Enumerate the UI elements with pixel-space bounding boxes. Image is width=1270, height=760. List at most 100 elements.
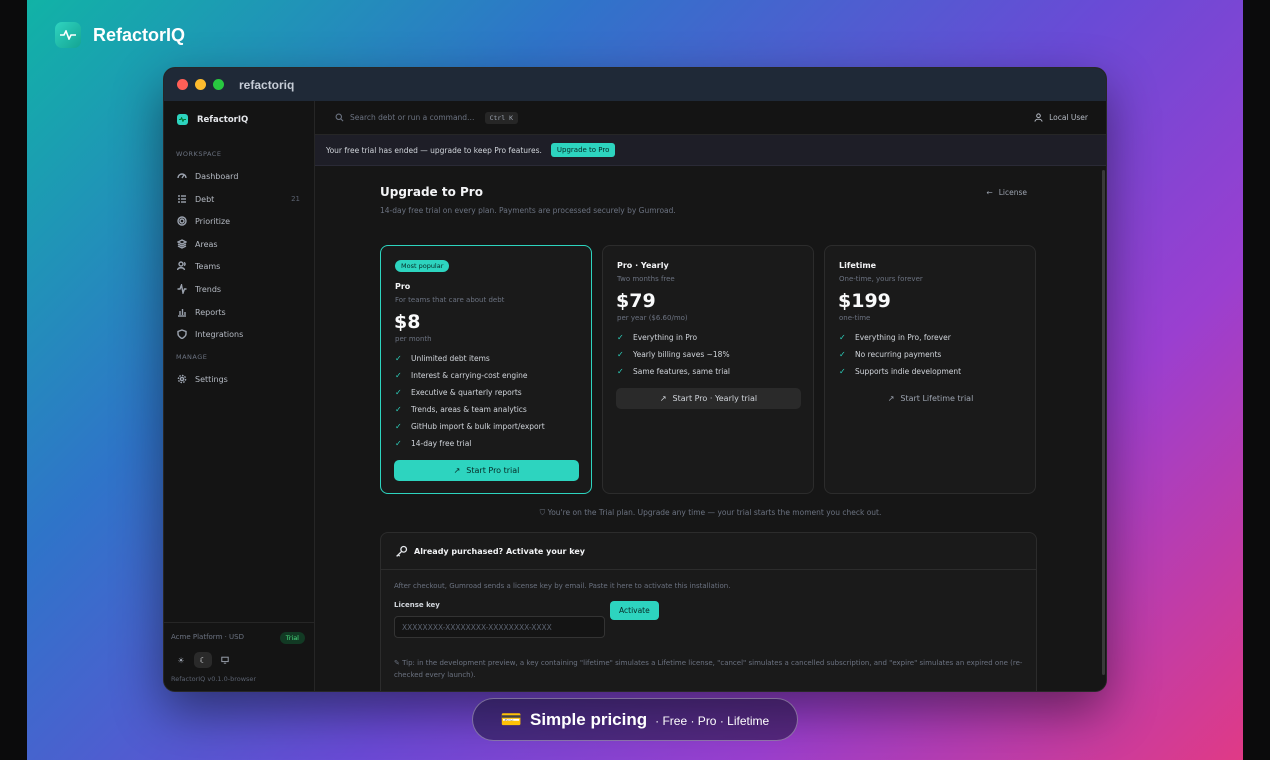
manage-heading: MANAGE <box>176 353 208 361</box>
user-menu[interactable]: Local User <box>1034 113 1088 122</box>
feature-text: Same features, same trial <box>633 367 731 376</box>
check-icon: ✓ <box>395 439 402 448</box>
list-item: ✓ Same features, same trial <box>617 363 730 380</box>
sidebar-item-settings[interactable]: Settings <box>170 369 308 389</box>
feature-text: Unlimited debt items <box>411 354 490 363</box>
user-icon <box>1034 113 1043 122</box>
activate-button[interactable]: Activate <box>610 601 659 620</box>
sidebar-item-prioritize[interactable]: Prioritize <box>170 211 308 231</box>
plan-status-badge: Trial <box>279 632 305 644</box>
target-icon <box>177 216 187 226</box>
feature-text: Trends, areas & team analytics <box>411 405 527 414</box>
credit-card-icon: 💳 <box>500 709 522 730</box>
feature-text: 14-day free trial <box>411 439 472 448</box>
trial-status-note: ⛉ You're on the Trial plan. Upgrade any … <box>315 508 1106 518</box>
activate-license-card: Already purchased? Activate your key Aft… <box>380 532 1037 691</box>
pulse-logo-icon <box>55 22 81 48</box>
list-item: ✓ Supports indie development <box>839 363 961 380</box>
button-label: Start Pro trial <box>466 466 520 475</box>
close-window-button[interactable] <box>177 79 188 90</box>
upgrade-button[interactable]: Upgrade to Pro <box>550 143 616 157</box>
tip-text: Tip: in the development preview, a key c… <box>394 659 1023 679</box>
sidebar-item-dashboard[interactable]: Dashboard <box>170 166 308 186</box>
sidebar-item-label: Reports <box>195 307 226 317</box>
license-key-input[interactable] <box>394 616 605 638</box>
sparkle-icon: ✎ <box>394 659 400 667</box>
logo-icon <box>177 114 188 125</box>
sidebar-item-areas[interactable]: Areas <box>170 234 308 254</box>
org-label[interactable]: Acme Platform · USD <box>171 633 244 641</box>
moon-icon[interactable]: ☾ <box>194 652 212 668</box>
feature-list: ✓ Everything in Pro, forever ✓ No recurrin… <box>839 329 961 380</box>
check-icon: ✓ <box>839 333 846 342</box>
page-subtitle: 14-day free trial on every plan. Payment… <box>380 206 676 215</box>
plan-tagline: For teams that care about debt <box>395 296 505 304</box>
feature-list: ✓ Unlimited debt items ✓ Interest & carryi… <box>395 350 545 452</box>
key-icon <box>396 545 408 557</box>
feature-text: Everything in Pro <box>633 333 698 342</box>
plan-card-pro-yearly: Pro · Yearly Two months free $79 per yea… <box>602 245 814 494</box>
start-pro-trial-button[interactable]: ↗ Start Pro trial <box>394 460 579 481</box>
user-name: Local User <box>1049 113 1088 122</box>
maximize-window-button[interactable] <box>213 79 224 90</box>
theme-switcher: ☀ ☾ <box>172 652 234 668</box>
list-item: ✓ Unlimited debt items <box>395 350 545 367</box>
sidebar-item-teams[interactable]: Teams <box>170 256 308 276</box>
feature-text: Executive & quarterly reports <box>411 388 522 397</box>
debt-count: 21 <box>291 195 300 203</box>
check-icon: ✓ <box>395 388 402 397</box>
main-content: Upgrade to Pro 14-day free trial on ever… <box>315 166 1106 691</box>
arrow-left-icon: ← <box>986 188 993 197</box>
command-search[interactable]: Search debt or run a command… Ctrl K <box>335 111 519 124</box>
feature-text: GitHub import & bulk import/export <box>411 422 545 431</box>
feature-text: Yearly billing saves ~18% <box>633 350 730 359</box>
check-icon: ✓ <box>395 422 402 431</box>
trial-ended-banner: Your free trial has ended — upgrade to k… <box>315 135 1106 166</box>
external-link-icon: ↗ <box>453 466 461 475</box>
list-item: ✓ Everything in Pro, forever <box>839 329 961 346</box>
back-to-license-link[interactable]: ← License <box>986 188 1027 197</box>
trial-note-text: You're on the Trial plan. Upgrade any ti… <box>547 508 882 517</box>
scrollbar[interactable] <box>1102 170 1105 675</box>
check-icon: ✓ <box>395 405 402 414</box>
users-icon <box>177 261 186 271</box>
sun-icon[interactable]: ☀ <box>172 652 190 668</box>
brand-name: RefactorIQ <box>93 24 186 45</box>
sidebar-brand[interactable]: RefactorIQ <box>177 114 248 125</box>
feature-text: No recurring payments <box>855 350 942 359</box>
sidebar-item-label: Debt <box>195 194 215 204</box>
layers-icon <box>177 239 187 249</box>
start-pro-yearly-trial-button[interactable]: ↗ Start Pro · Yearly trial <box>616 388 801 409</box>
activate-title: Already purchased? Activate your key <box>414 546 586 556</box>
shield-icon <box>177 329 187 339</box>
shield-check-icon: ⛉ <box>539 508 546 517</box>
search-placeholder: Search debt or run a command… <box>350 113 475 122</box>
check-icon: ✓ <box>395 354 402 363</box>
gauge-icon <box>177 173 187 179</box>
plan-name: Pro <box>395 282 411 291</box>
title-bar: refactoriq <box>164 68 1106 101</box>
activity-icon <box>177 284 187 294</box>
caption-title: Simple pricing <box>530 709 648 729</box>
sidebar-item-integrations[interactable]: Integrations <box>170 324 308 344</box>
app-window: refactoriq RefactorIQ WORKSPACE Dashboar… <box>163 67 1107 692</box>
feature-list: ✓ Everything in Pro ✓ Yearly billing saves… <box>617 329 730 380</box>
sidebar-app-name: RefactorIQ <box>197 114 249 125</box>
list-item: ✓ Everything in Pro <box>617 329 730 346</box>
check-icon: ✓ <box>617 367 624 376</box>
sidebar-item-debt[interactable]: Debt 21 <box>170 189 308 209</box>
gear-icon <box>177 374 187 384</box>
sidebar-item-trends[interactable]: Trends <box>170 279 308 299</box>
monitor-icon[interactable] <box>216 652 234 668</box>
sidebar-item-label: Trends <box>195 284 222 294</box>
button-label: Start Lifetime trial <box>900 394 974 403</box>
list-item: ✓ Yearly billing saves ~18% <box>617 346 730 363</box>
feature-text: Everything in Pro, forever <box>855 333 951 342</box>
brand-header: RefactorIQ <box>55 22 185 48</box>
external-link-icon: ↗ <box>659 394 667 403</box>
start-lifetime-trial-button[interactable]: ↗ Start Lifetime trial <box>838 388 1023 409</box>
check-icon: ✓ <box>617 333 624 342</box>
workspace-heading: WORKSPACE <box>176 150 222 158</box>
minimize-window-button[interactable] <box>195 79 206 90</box>
sidebar-item-reports[interactable]: Reports <box>170 302 308 322</box>
